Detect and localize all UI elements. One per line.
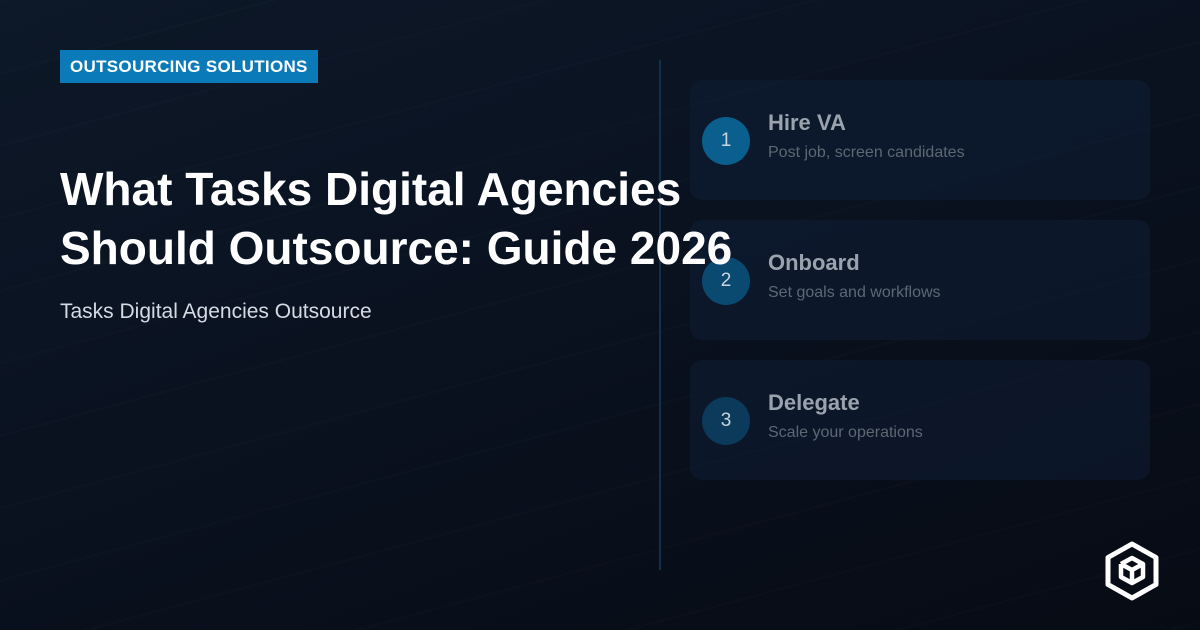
step-title: Hire VA — [768, 110, 846, 135]
step-number-circle: 1 — [702, 117, 750, 165]
vertical-divider — [659, 60, 661, 570]
cube-hexagon-icon — [1105, 541, 1159, 601]
page-title-line-1: What Tasks Digital Agencies — [60, 163, 682, 215]
step-card-3: 3 Delegate Scale your operations — [690, 360, 1150, 480]
step-title: Delegate — [768, 390, 860, 415]
page-title: What Tasks Digital Agencies Should Outso… — [60, 160, 820, 278]
page-title-line-2: Should Outsource: Guide 2026 — [60, 222, 733, 274]
step-number-circle: 3 — [702, 397, 750, 445]
step-description: Set goals and workflows — [768, 284, 941, 301]
step-description: Scale your operations — [768, 424, 923, 441]
page-subtitle: Tasks Digital Agencies Outsource — [60, 300, 372, 323]
category-badge: OUTSOURCING SOLUTIONS — [60, 50, 318, 83]
